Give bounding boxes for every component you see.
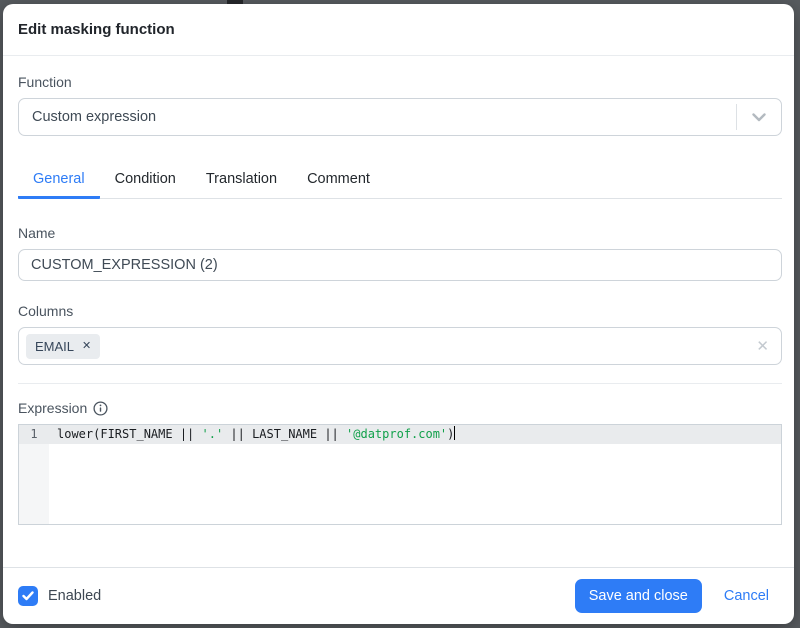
section-divider: [18, 383, 782, 384]
info-icon[interactable]: [93, 400, 108, 416]
tab-bar: General Condition Translation Comment: [18, 160, 782, 199]
dialog-footer: Enabled Save and close Cancel: [3, 567, 794, 624]
text-cursor: [454, 426, 456, 440]
tab-translation[interactable]: Translation: [191, 160, 292, 199]
column-tag-email: EMAIL ✕: [26, 333, 101, 359]
chevron-down-icon: [737, 99, 781, 135]
dialog-title: Edit masking function: [18, 21, 175, 38]
line-number: 1: [30, 427, 38, 441]
name-input[interactable]: [18, 249, 782, 281]
column-tag-label: EMAIL: [35, 338, 75, 354]
code-plain: lower(FIRST_NAME ||: [57, 427, 202, 441]
tag-remove-icon[interactable]: ✕: [82, 340, 91, 352]
tab-general[interactable]: General: [18, 160, 100, 199]
name-label: Name: [18, 225, 56, 241]
function-select[interactable]: Custom expression: [18, 98, 782, 136]
expression-code-editor[interactable]: 1 lower(FIRST_NAME || '.' || LAST_NAME |…: [18, 424, 782, 525]
dialog-header: Edit masking function: [3, 4, 794, 56]
enabled-label[interactable]: Enabled: [48, 588, 101, 604]
code-plain: || LAST_NAME ||: [223, 427, 347, 441]
cancel-button[interactable]: Cancel: [724, 588, 769, 604]
code-string: '@datprof.com': [346, 427, 448, 441]
enabled-checkbox[interactable]: [18, 586, 38, 606]
tab-comment[interactable]: Comment: [292, 160, 385, 199]
expression-label-text: Expression: [18, 400, 88, 416]
expression-label: Expression: [18, 400, 782, 416]
dialog-body: Function Custom expression General Condi…: [3, 56, 794, 567]
clear-columns-icon[interactable]: ✕: [756, 339, 769, 354]
code-text: lower(FIRST_NAME || '.' || LAST_NAME || …: [49, 425, 456, 444]
columns-multiselect[interactable]: EMAIL ✕ ✕: [18, 327, 782, 365]
code-plain: ): [447, 427, 455, 441]
edit-masking-function-dialog: Edit masking function Function Custom ex…: [3, 4, 794, 624]
save-and-close-button[interactable]: Save and close: [574, 579, 702, 613]
code-line-1: 1 lower(FIRST_NAME || '.' || LAST_NAME |…: [19, 425, 781, 444]
function-select-value: Custom expression: [32, 109, 157, 125]
tab-condition[interactable]: Condition: [100, 160, 191, 199]
code-string: '.': [201, 427, 224, 441]
function-label: Function: [18, 74, 72, 90]
columns-label: Columns: [18, 303, 74, 319]
